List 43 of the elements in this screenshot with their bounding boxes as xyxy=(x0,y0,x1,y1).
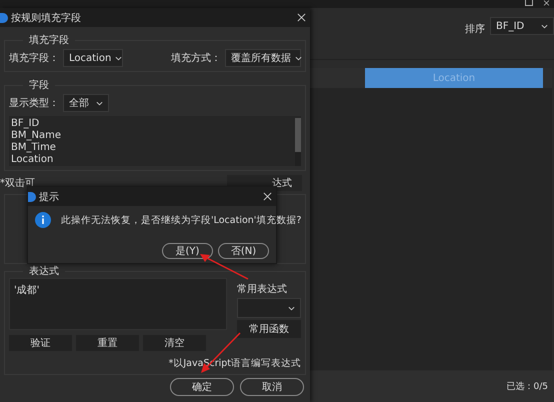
group-title: 表达式 xyxy=(28,264,60,278)
scrollbar-thumb[interactable] xyxy=(295,118,301,152)
close-icon[interactable] xyxy=(543,0,550,6)
caret-icon xyxy=(96,100,103,106)
field-list-item[interactable]: BM_Time xyxy=(11,142,295,154)
app-logo-icon xyxy=(0,12,8,22)
field-dropdown[interactable]: Location xyxy=(63,49,123,67)
message-text: 此操作无法恢复，是否继续为字段'Location'填充数据? xyxy=(61,214,302,226)
group-title: 填充字段 xyxy=(28,34,70,47)
message-button[interactable]: 是(Y) xyxy=(162,243,213,259)
field-label: 填充字段： xyxy=(9,52,59,65)
selection-count: 已选：0/5 xyxy=(506,380,548,393)
fill-mode-label: 填充方式： xyxy=(171,52,221,65)
app-logo-icon xyxy=(28,192,36,202)
message-title: 提示 xyxy=(39,190,59,204)
sort-label: 排序 xyxy=(465,22,485,36)
field-list-item[interactable]: Location xyxy=(11,154,295,166)
expression-action-button[interactable]: 重置 xyxy=(76,335,139,351)
functions-button[interactable]: 常用函数 xyxy=(237,320,301,338)
expression-action-button[interactable]: 清空 xyxy=(143,335,206,351)
type-dropdown[interactable]: 全部 xyxy=(63,94,109,112)
dialog-title: 按规则填充字段 xyxy=(11,12,81,24)
caret-icon xyxy=(541,24,548,28)
annotation-arrow xyxy=(200,254,248,280)
fill-mode-dropdown[interactable]: 覆盖所有数据 xyxy=(225,49,301,67)
sort-dropdown[interactable]: BF_ID xyxy=(490,17,554,35)
close-icon[interactable] xyxy=(263,192,272,201)
field-list-item[interactable]: BF_ID xyxy=(11,118,295,130)
info-icon xyxy=(35,212,51,228)
caret-icon xyxy=(295,56,302,60)
close-icon[interactable] xyxy=(297,13,306,22)
group-title: 字段 xyxy=(28,78,50,92)
dialog-button[interactable]: 确定 xyxy=(170,378,234,396)
expression-field[interactable]: '成都' xyxy=(9,278,227,330)
caret-icon xyxy=(288,306,295,310)
dialog-button[interactable]: 取消 xyxy=(240,378,304,396)
maximize-icon[interactable] xyxy=(525,0,533,6)
type-label: 显示类型： xyxy=(9,96,59,110)
message-button[interactable]: 否(N) xyxy=(218,243,269,259)
field-list-item[interactable]: BM_Name xyxy=(11,130,295,142)
common-expression-label: 常用表达式 xyxy=(237,282,288,296)
caret-icon xyxy=(115,56,122,60)
expression-action-button[interactable]: 验证 xyxy=(9,335,72,351)
